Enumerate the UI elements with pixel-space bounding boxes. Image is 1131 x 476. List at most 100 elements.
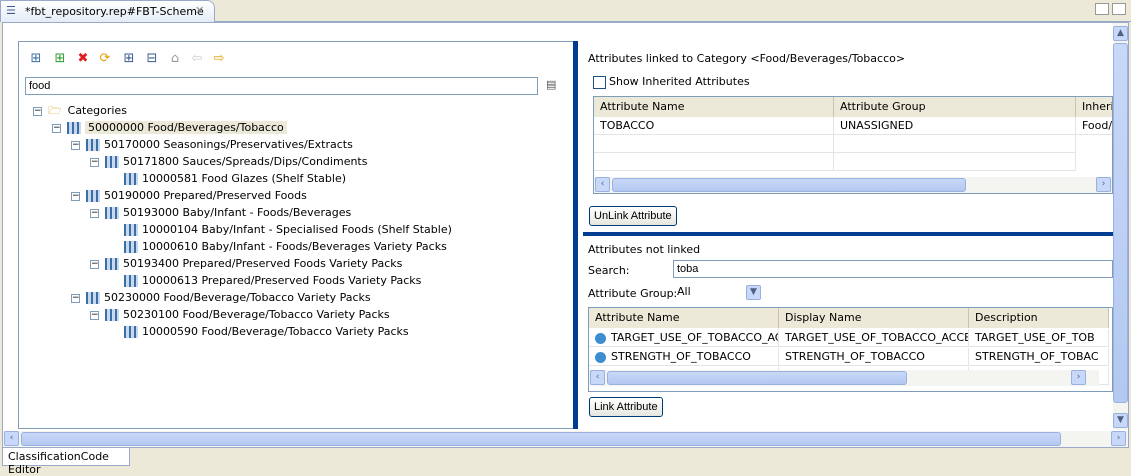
tree-node-label: 50000000 Food/Beverages/Tobacco xyxy=(85,121,287,134)
table-cell[interactable]: TARGET_USE_OF_TOBACCO_AC... xyxy=(589,329,779,347)
tree-node-label: Categories xyxy=(67,104,127,117)
category-icon xyxy=(105,309,119,321)
editor-horizontal-scrollbar[interactable]: ‹ › xyxy=(3,431,1128,447)
expand-all-icon[interactable]: ⊞ xyxy=(121,51,137,67)
category-icon xyxy=(105,207,119,219)
back-arrow-icon[interactable]: ⇦ xyxy=(189,51,205,67)
collapse-toggle-icon[interactable]: − xyxy=(90,157,99,167)
forward-arrow-icon[interactable]: ⇨ xyxy=(211,51,227,67)
collapse-toggle-icon[interactable]: − xyxy=(71,293,80,303)
tree-node[interactable]: − 50193400 Prepared/Preserved Foods Varie… xyxy=(90,255,402,272)
column-header[interactable]: Description xyxy=(969,308,1109,328)
chevron-down-icon[interactable]: ▼ xyxy=(746,285,761,300)
category-icon xyxy=(124,275,138,287)
horizontal-scrollbar[interactable]: ‹ › xyxy=(589,370,1099,386)
tree-node[interactable]: 10000590 Food/Beverage/Tobacco Variety P… xyxy=(109,323,409,340)
tree-node[interactable]: 10000613 Prepared/Preserved Foods Variet… xyxy=(109,272,421,289)
maximize-button[interactable] xyxy=(1112,3,1126,15)
home-icon[interactable]: ⌂ xyxy=(167,51,183,67)
attribute-icon xyxy=(595,332,606,344)
cell-text: TARGET_USE_OF_TOBACCO_AC... xyxy=(611,331,779,344)
editor-tab-bar: ☰ *fbt_repository.rep#FBT-Scheme ✕ xyxy=(0,0,1131,22)
tree-node[interactable]: 10000581 Food Glazes (Shelf Stable) xyxy=(109,170,346,187)
category-icon xyxy=(124,241,138,253)
refresh-icon[interactable]: ⟳ xyxy=(97,51,113,67)
cell-text: TARGET_USE_OF_TOBACCO_ACCE... xyxy=(785,331,969,344)
unlink-attribute-button[interactable]: UnLink Attribute xyxy=(589,206,677,226)
tree-node[interactable]: − 50230000 Food/Beverage/Tobacco Variety … xyxy=(71,289,371,306)
unlinked-attributes-table: Attribute Name Display Name Description … xyxy=(588,307,1113,392)
minimize-button[interactable] xyxy=(1095,3,1109,15)
close-icon[interactable]: ✕ xyxy=(195,4,204,17)
show-inherited-checkbox[interactable]: Show Inherited Attributes xyxy=(593,75,750,89)
collapse-toggle-icon[interactable]: − xyxy=(90,208,99,218)
search-input[interactable] xyxy=(673,260,1113,278)
table-cell[interactable]: STRENGTH_OF_TOBACCO xyxy=(779,348,969,366)
link-attribute-button[interactable]: Link Attribute xyxy=(589,397,663,417)
tree-node[interactable]: − 50170000 Seasonings/Preservatives/Extra… xyxy=(71,136,353,153)
collapse-toggle-icon[interactable]: − xyxy=(33,106,42,116)
vertical-splitter[interactable] xyxy=(573,41,578,429)
table-cell[interactable]: Food/B xyxy=(1076,117,1112,135)
collapse-toggle-icon[interactable]: − xyxy=(90,259,99,269)
column-header[interactable]: Attribute Name xyxy=(589,308,779,328)
column-header[interactable]: Display Name xyxy=(779,308,969,328)
tree-node-label: 10000581 Food Glazes (Shelf Stable) xyxy=(142,172,347,185)
table-cell[interactable]: TARGET_USE_OF_TOB xyxy=(969,329,1109,347)
column-header[interactable]: Attribute Group xyxy=(834,97,1076,117)
clear-filter-icon[interactable]: ▤ xyxy=(546,78,556,91)
tree-node-label: 50193000 Baby/Infant - Foods/Beverages xyxy=(123,206,352,219)
tree-node-label: 50230100 Food/Beverage/Tobacco Variety P… xyxy=(123,308,390,321)
delete-icon[interactable]: ✖ xyxy=(75,51,91,67)
collapse-toggle-icon[interactable]: − xyxy=(90,310,99,320)
horizontal-splitter[interactable] xyxy=(583,232,1113,236)
tree-node[interactable]: − 50193000 Baby/Infant - Foods/Beverages xyxy=(90,204,351,221)
vertical-scrollbar[interactable]: ▲ ▼ xyxy=(1113,23,1128,430)
linked-attributes-table: Attribute Name Attribute Group Inherited… xyxy=(593,96,1113,194)
show-inherited-label: Show Inherited Attributes xyxy=(609,75,750,88)
collapse-toggle-icon[interactable]: − xyxy=(71,191,80,201)
tree-node[interactable]: − 50190000 Prepared/Preserved Foods xyxy=(71,187,307,204)
table-cell[interactable]: STRENGTH_OF_TOBACCO xyxy=(589,348,779,366)
column-header[interactable]: Inherited xyxy=(1076,97,1112,117)
tree-node[interactable]: 10000610 Baby/Infant - Foods/Beverages V… xyxy=(109,238,447,255)
editor-tab-title: *fbt_repository.rep#FBT-Scheme xyxy=(25,5,204,18)
bottom-tab[interactable]: ClassificationCode Editor xyxy=(2,448,130,476)
editor-tab[interactable]: ☰ *fbt_repository.rep#FBT-Scheme ✕ xyxy=(0,0,215,22)
add-subcategory-icon[interactable]: ⊞ xyxy=(52,51,68,67)
tree-node[interactable]: − 50000000 Food/Beverages/Tobacco xyxy=(52,119,287,136)
category-icon xyxy=(86,139,100,151)
cell-text: STRENGTH_OF_TOBAC xyxy=(975,350,1099,363)
horizontal-scrollbar[interactable]: ‹ › xyxy=(594,177,1112,193)
tree-filter-input[interactable] xyxy=(25,77,538,95)
category-icon xyxy=(124,173,138,185)
collapse-toggle-icon[interactable]: − xyxy=(52,123,61,133)
tree-node-label: 50170000 Seasonings/Preservatives/Extrac… xyxy=(104,138,353,151)
not-linked-title: Attributes not linked xyxy=(588,243,701,256)
cell-text: STRENGTH_OF_TOBACCO xyxy=(785,350,925,363)
table-cell[interactable]: TOBACCO xyxy=(594,117,834,135)
category-icon xyxy=(86,292,100,304)
tree-node[interactable]: − 🗁 Categories xyxy=(33,102,127,119)
add-category-icon[interactable]: ⊞ xyxy=(28,51,44,67)
tree-node[interactable]: 10000104 Baby/Infant - Specialised Foods… xyxy=(109,221,452,238)
category-icon xyxy=(86,190,100,202)
category-icon xyxy=(67,122,81,134)
tree-node-label: 50193400 Prepared/Preserved Foods Variet… xyxy=(123,257,403,270)
table-cell[interactable]: UNASSIGNED xyxy=(834,117,1076,135)
category-icon xyxy=(105,258,119,270)
tree-node-label: 50230000 Food/Beverage/Tobacco Variety P… xyxy=(104,291,371,304)
tree-node-label: 10000610 Baby/Infant - Foods/Beverages V… xyxy=(142,240,447,253)
category-icon xyxy=(124,326,138,338)
editor-menu-icon[interactable]: ☰ xyxy=(6,4,16,17)
tree-node[interactable]: − 50230100 Food/Beverage/Tobacco Variety … xyxy=(90,306,390,323)
column-header[interactable]: Attribute Name xyxy=(594,97,834,117)
table-cell[interactable]: TARGET_USE_OF_TOBACCO_ACCE... xyxy=(779,329,969,347)
cell-text: STRENGTH_OF_TOBACCO xyxy=(611,350,751,363)
tree-node[interactable]: − 50171800 Sauces/Spreads/Dips/Condiments xyxy=(90,153,367,170)
collapse-toggle-icon[interactable]: − xyxy=(71,140,80,150)
collapse-all-icon[interactable]: ⊟ xyxy=(144,51,160,67)
table-cell[interactable]: STRENGTH_OF_TOBAC xyxy=(969,348,1109,366)
attribute-group-value[interactable]: All xyxy=(677,285,691,298)
cell-text: TARGET_USE_OF_TOB xyxy=(975,331,1095,344)
